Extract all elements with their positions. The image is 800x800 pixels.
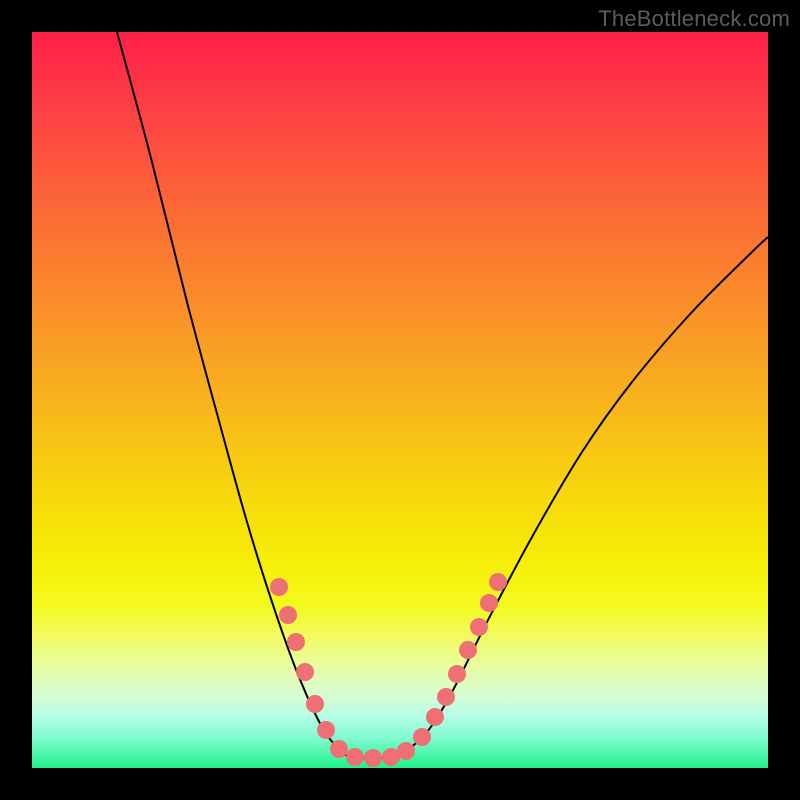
bead-point [397, 742, 415, 760]
bead-point [330, 740, 348, 758]
v-curve [117, 32, 768, 758]
bead-point [437, 688, 455, 706]
bead-point [470, 618, 488, 636]
bead-point [489, 573, 507, 591]
bead-point [426, 708, 444, 726]
bead-point [459, 641, 477, 659]
bead-point [296, 663, 314, 681]
bead-point [279, 606, 297, 624]
chart-frame: TheBottleneck.com [0, 0, 800, 800]
bead-point [270, 578, 288, 596]
bead-point [346, 748, 364, 766]
bead-point [287, 633, 305, 651]
bead-point [448, 665, 466, 683]
bead-point [480, 594, 498, 612]
bottleneck-curve [117, 32, 768, 758]
plot-area [32, 32, 768, 768]
bead-point [317, 721, 335, 739]
bead-cluster [270, 573, 507, 767]
bead-point [306, 695, 324, 713]
curve-layer [32, 32, 768, 768]
bead-point [364, 749, 382, 767]
watermark-text: TheBottleneck.com [598, 6, 790, 32]
bead-point [413, 728, 431, 746]
